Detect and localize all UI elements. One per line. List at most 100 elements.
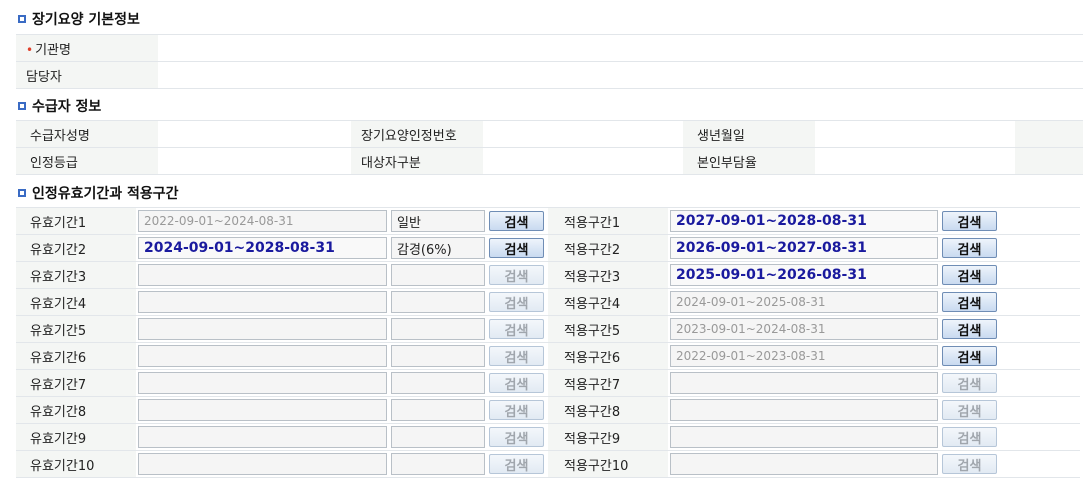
section-recipient-title: 수급자 정보 (18, 97, 101, 115)
section-period-label: 인정유효기간과 적용구간 (32, 186, 179, 202)
period-search-button[interactable]: 검색 (489, 346, 544, 366)
table-row: 유효기간10 검색 적용구간10 검색 (16, 450, 1080, 478)
table-row: 인정등급 대상자구분 본인부담율 (16, 147, 1083, 175)
manager-value[interactable] (158, 61, 358, 89)
copay-value[interactable] (815, 147, 1015, 175)
institution-value[interactable] (158, 34, 358, 62)
period-label: 유효기간9 (16, 423, 136, 451)
period-label: 유효기간7 (16, 369, 136, 397)
apply-field[interactable] (670, 453, 938, 475)
period-label: 유효기간4 (16, 288, 136, 316)
period-type-field[interactable] (391, 264, 485, 286)
cert-no-label: 장기요양인정번호 (351, 120, 483, 148)
apply-search-button[interactable]: 검색 (942, 373, 997, 393)
period-type-field[interactable] (391, 345, 485, 367)
apply-label: 적용구간3 (548, 261, 668, 289)
apply-label: 적용구간10 (548, 450, 668, 478)
apply-label: 적용구간4 (548, 288, 668, 316)
cert-no-value[interactable] (483, 120, 683, 148)
birth-value[interactable] (815, 120, 1015, 148)
period-table: 유효기간1 2022-09-01~2024-08-31 일반 검색 적용구간1 … (16, 207, 1080, 478)
target-label: 대상자구분 (351, 147, 483, 175)
apply-label: 적용구간2 (548, 234, 668, 262)
period-search-button[interactable]: 검색 (489, 454, 544, 474)
birth-label: 생년월일 (683, 120, 815, 148)
period-label: 유효기간6 (16, 342, 136, 370)
period-label: 유효기간8 (16, 396, 136, 424)
period-label: 유효기간10 (16, 450, 136, 478)
apply-field[interactable]: 2026-09-01~2027-08-31 (670, 237, 938, 259)
apply-label: 적용구간7 (548, 369, 668, 397)
period-field[interactable] (138, 318, 387, 340)
apply-label: 적용구간5 (548, 315, 668, 343)
period-field[interactable] (138, 345, 387, 367)
period-field[interactable] (138, 399, 387, 421)
table-row: 유효기간7 검색 적용구간7 검색 (16, 369, 1080, 397)
period-type-field[interactable] (391, 318, 485, 340)
recipient-name-label: 수급자성명 (16, 120, 158, 148)
period-label: 유효기간3 (16, 261, 136, 289)
period-type-field[interactable] (391, 426, 485, 448)
table-row: 유효기간6 검색 적용구간6 2022-09-01~2023-08-31 검색 (16, 342, 1080, 370)
period-field[interactable] (138, 372, 387, 394)
square-bullet-icon (18, 189, 26, 197)
apply-label: 적용구간1 (548, 207, 668, 235)
apply-field[interactable] (670, 399, 938, 421)
table-row: 유효기간1 2022-09-01~2024-08-31 일반 검색 적용구간1 … (16, 207, 1080, 235)
period-field[interactable] (138, 453, 387, 475)
period-field[interactable]: 2022-09-01~2024-08-31 (138, 210, 387, 232)
apply-search-button[interactable]: 검색 (942, 454, 997, 474)
apply-label: 적용구간8 (548, 396, 668, 424)
apply-field[interactable]: 2023-09-01~2024-08-31 (670, 318, 938, 340)
period-field[interactable] (138, 264, 387, 286)
period-field[interactable]: 2024-09-01~2028-08-31 (138, 237, 387, 259)
apply-field[interactable]: 2022-09-01~2023-08-31 (670, 345, 938, 367)
apply-search-button[interactable]: 검색 (942, 238, 997, 258)
table-row: 수급자성명 장기요양인정번호 생년월일 (16, 120, 1083, 148)
period-search-button[interactable]: 검색 (489, 265, 544, 285)
period-search-button[interactable]: 검색 (489, 292, 544, 312)
period-search-button[interactable]: 검색 (489, 238, 544, 258)
period-label: 유효기간1 (16, 207, 136, 235)
period-label: 유효기간5 (16, 315, 136, 343)
period-field[interactable] (138, 291, 387, 313)
apply-label: 적용구간9 (548, 423, 668, 451)
period-type-field[interactable] (391, 291, 485, 313)
table-row: 담당자 (16, 61, 1083, 89)
apply-field[interactable] (670, 372, 938, 394)
period-type-field[interactable]: 일반 (391, 210, 485, 232)
apply-search-button[interactable]: 검색 (942, 265, 997, 285)
section-basic-title: 장기요양 기본정보 (18, 10, 140, 28)
table-row: 유효기간2 2024-09-01~2028-08-31 감경(6%) 검색 적용… (16, 234, 1080, 262)
apply-field[interactable] (670, 426, 938, 448)
period-field[interactable] (138, 426, 387, 448)
apply-search-button[interactable]: 검색 (942, 427, 997, 447)
period-search-button[interactable]: 검색 (489, 373, 544, 393)
period-search-button[interactable]: 검색 (489, 211, 544, 231)
period-search-button[interactable]: 검색 (489, 319, 544, 339)
apply-search-button[interactable]: 검색 (942, 211, 997, 231)
apply-search-button[interactable]: 검색 (942, 292, 997, 312)
period-type-field[interactable]: 감경(6%) (391, 237, 485, 259)
recipient-name-value[interactable] (158, 120, 351, 148)
copay-label: 본인부담율 (683, 147, 815, 175)
period-type-field[interactable] (391, 453, 485, 475)
table-row: 유효기간4 검색 적용구간4 2024-09-01~2025-08-31 검색 (16, 288, 1080, 316)
period-type-field[interactable] (391, 372, 485, 394)
period-search-button[interactable]: 검색 (489, 427, 544, 447)
table-row: 유효기간8 검색 적용구간8 검색 (16, 396, 1080, 424)
square-bullet-icon (18, 102, 26, 110)
apply-search-button[interactable]: 검색 (942, 400, 997, 420)
apply-field[interactable]: 2027-09-01~2028-08-31 (670, 210, 938, 232)
square-bullet-icon (18, 15, 26, 23)
apply-search-button[interactable]: 검색 (942, 319, 997, 339)
target-value[interactable] (483, 147, 683, 175)
grade-value[interactable] (158, 147, 351, 175)
apply-field[interactable]: 2024-09-01~2025-08-31 (670, 291, 938, 313)
apply-field[interactable]: 2025-09-01~2026-08-31 (670, 264, 938, 286)
apply-search-button[interactable]: 검색 (942, 346, 997, 366)
section-recipient-label: 수급자 정보 (32, 99, 102, 115)
period-type-field[interactable] (391, 399, 485, 421)
table-row: 유효기간3 검색 적용구간3 2025-09-01~2026-08-31 검색 (16, 261, 1080, 289)
period-search-button[interactable]: 검색 (489, 400, 544, 420)
